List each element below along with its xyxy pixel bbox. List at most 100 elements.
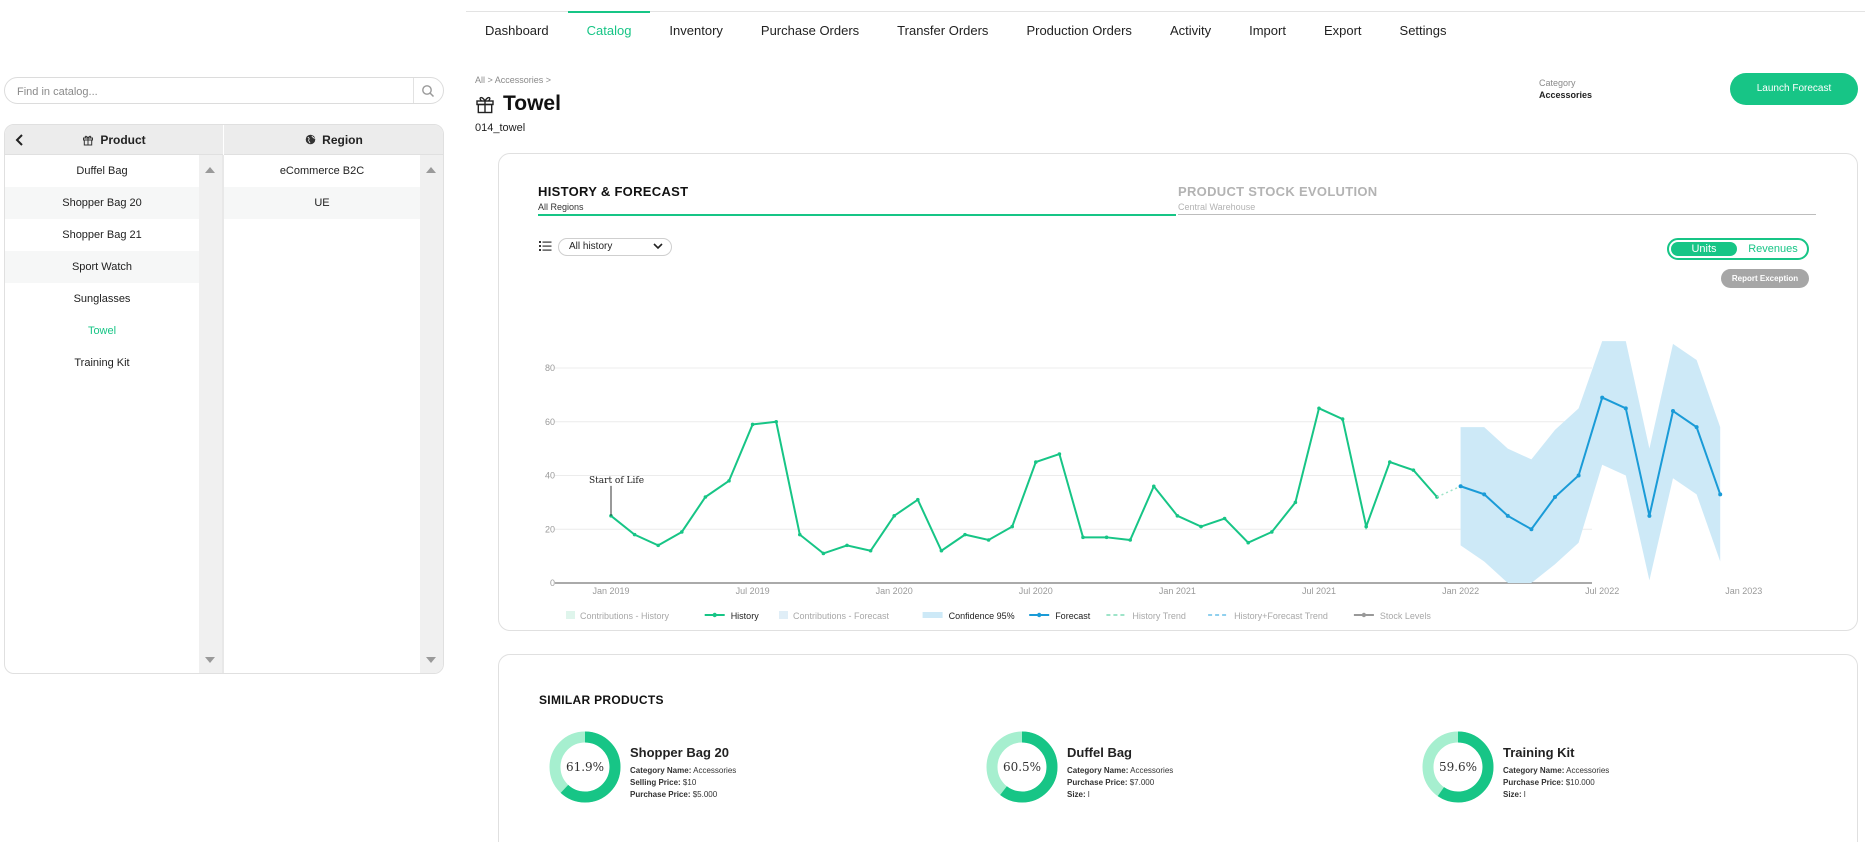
region-item-ecommerce-b2c[interactable]: eCommerce B2C (224, 155, 420, 187)
history-point[interactable] (1364, 524, 1368, 529)
y-tick-label: 20 (545, 524, 555, 534)
similar-product-item[interactable]: 60.5% Duffel Bag Category Name: Accessorie… (976, 731, 1376, 803)
legend-swatch[interactable] (566, 611, 575, 619)
history-point[interactable] (1246, 540, 1250, 545)
legend-label[interactable]: Contributions - Forecast (793, 611, 890, 621)
region-item-ue[interactable]: UE (224, 187, 420, 219)
product-item-sunglasses[interactable]: Sunglasses (5, 283, 199, 315)
scroll-down-arrow-icon[interactable] (426, 657, 436, 663)
history-point[interactable] (1010, 524, 1014, 529)
history-point[interactable] (656, 543, 660, 548)
history-point[interactable] (1270, 530, 1274, 534)
history-point[interactable] (1411, 468, 1416, 472)
legend-label[interactable]: History Trend (1132, 611, 1186, 621)
product-item-duffel-bag[interactable]: Duffel Bag (5, 155, 199, 187)
history-point[interactable] (1175, 514, 1180, 518)
history-point[interactable] (1057, 452, 1062, 456)
history-point[interactable] (680, 530, 684, 534)
history-point[interactable] (774, 419, 778, 424)
history-point[interactable] (1293, 500, 1298, 505)
search-icon[interactable] (421, 84, 435, 98)
catalog-search (4, 77, 444, 104)
similar-product-item[interactable]: 61.9% Shopper Bag 20 Category Name: Access… (539, 731, 939, 803)
product-item-shopper-bag-21[interactable]: Shopper Bag 21 (5, 219, 199, 251)
history-point[interactable] (1104, 535, 1109, 540)
forecast-point[interactable] (1647, 513, 1652, 518)
breadcrumb[interactable]: All > Accessories > (475, 75, 551, 85)
history-point[interactable] (1222, 516, 1227, 521)
forecast-point[interactable] (1694, 425, 1699, 430)
nav-dashboard[interactable]: Dashboard (466, 12, 568, 50)
history-point[interactable] (1199, 524, 1203, 529)
nav-catalog[interactable]: Catalog (567, 11, 651, 50)
nav-transfer-orders[interactable]: Transfer Orders (878, 12, 1007, 50)
nav-activity[interactable]: Activity (1151, 12, 1230, 50)
history-point[interactable] (750, 422, 755, 427)
history-point[interactable] (1128, 538, 1132, 542)
history-point[interactable] (845, 543, 849, 548)
legend-label[interactable]: History (731, 611, 760, 621)
forecast-point[interactable] (1553, 495, 1557, 499)
similar-product-item[interactable]: 59.6% Training Kit Category Name: Accessor… (1412, 731, 1812, 803)
legend-label[interactable]: Contributions - History (580, 611, 670, 621)
legend-swatch[interactable] (922, 612, 943, 618)
legend-swatch[interactable] (779, 611, 788, 619)
scroll-up-arrow-icon[interactable] (205, 167, 215, 173)
legend-label[interactable]: History+Forecast Trend (1234, 611, 1328, 621)
region-scrollbar[interactable] (420, 155, 443, 673)
history-point[interactable] (1034, 460, 1038, 464)
history-point[interactable] (892, 514, 896, 518)
scroll-up-arrow-icon[interactable] (426, 167, 436, 173)
forecast-point[interactable] (1623, 406, 1628, 411)
forecast-point[interactable] (1671, 409, 1675, 413)
search-input[interactable] (15, 82, 404, 101)
history-point[interactable] (1152, 484, 1156, 489)
history-point[interactable] (703, 495, 708, 499)
history-point[interactable] (1388, 460, 1392, 464)
catalog-panel: Product Region Duffel Bag Shopper Bag 20… (4, 124, 444, 674)
forecast-point[interactable] (1600, 395, 1605, 400)
product-item-sport-watch[interactable]: Sport Watch (5, 251, 199, 283)
nav-import[interactable]: Import (1230, 12, 1305, 50)
history-point[interactable] (821, 551, 826, 556)
scroll-down-arrow-icon[interactable] (205, 657, 215, 663)
nav-production-orders[interactable]: Production Orders (1007, 12, 1151, 50)
y-tick-label: 80 (545, 363, 555, 373)
history-point[interactable] (727, 479, 731, 483)
history-point[interactable] (1340, 417, 1345, 421)
nav-purchase-orders[interactable]: Purchase Orders (742, 12, 878, 50)
nav-inventory[interactable]: Inventory (650, 12, 741, 50)
product-item-towel[interactable]: Towel (5, 315, 199, 347)
gift-icon (83, 135, 94, 145)
forecast-point[interactable] (1529, 527, 1534, 532)
history-point[interactable] (1317, 406, 1321, 411)
forecast-point[interactable] (1505, 513, 1510, 518)
history-point[interactable] (939, 548, 944, 553)
product-scrollbar[interactable] (199, 155, 222, 673)
history-point[interactable] (868, 548, 873, 553)
product-item-shopper-bag-20[interactable]: Shopper Bag 20 (5, 187, 199, 219)
forecast-point[interactable] (1482, 492, 1487, 497)
legend-label[interactable]: Stock Levels (1380, 611, 1432, 621)
product-item-training-kit[interactable]: Training Kit (5, 347, 199, 379)
forecast-point[interactable] (1458, 484, 1463, 489)
nav-export[interactable]: Export (1305, 12, 1381, 50)
y-tick-label: 60 (545, 417, 555, 427)
forecast-point[interactable] (1576, 473, 1581, 478)
category-label: Category (1539, 78, 1576, 88)
forecast-point[interactable] (1718, 492, 1723, 497)
history-point[interactable] (986, 538, 991, 542)
legend-label[interactable]: Confidence 95% (949, 611, 1015, 621)
launch-forecast-button[interactable]: Launch Forecast (1730, 73, 1858, 105)
x-tick-label: Jul 2022 (1585, 586, 1619, 596)
history-point[interactable] (1081, 535, 1085, 540)
detail-label: Category Name: (1067, 766, 1129, 775)
legend-label[interactable]: Forecast (1055, 611, 1091, 621)
history-point[interactable] (798, 532, 802, 537)
nav-settings[interactable]: Settings (1381, 12, 1466, 50)
history-point[interactable] (916, 497, 920, 502)
back-chevron-icon[interactable] (13, 133, 27, 147)
history-point[interactable] (963, 532, 967, 537)
similar-product-detail: Size: l (1503, 790, 1526, 799)
history-point[interactable] (632, 532, 637, 537)
